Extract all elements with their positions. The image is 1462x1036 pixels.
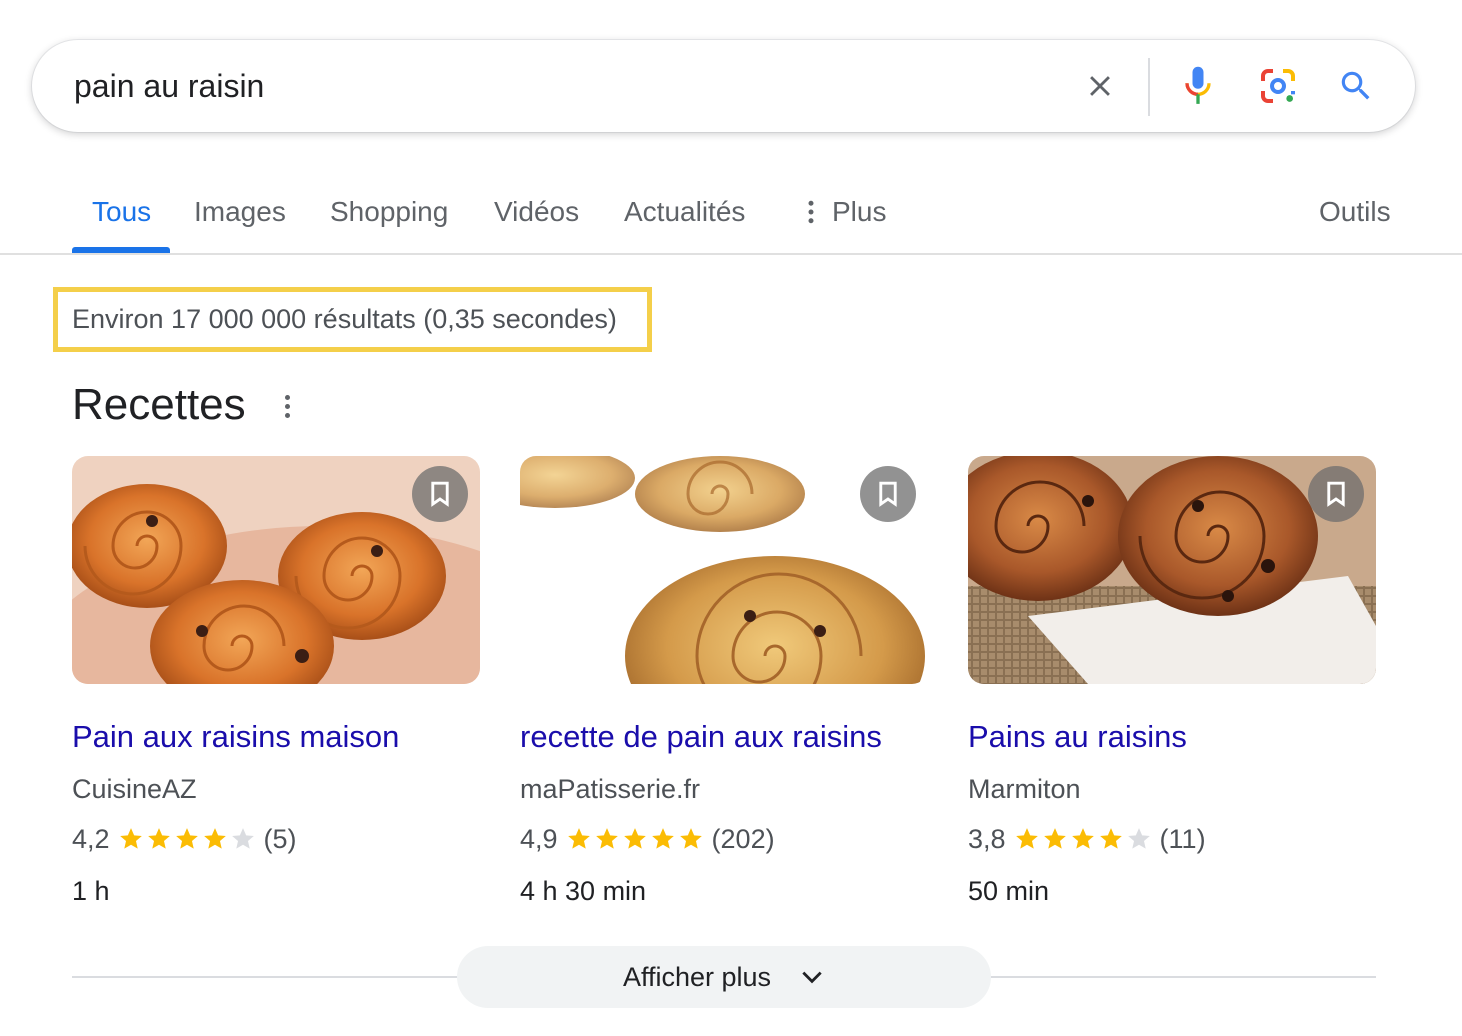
chevron-down-icon <box>802 971 822 984</box>
recipe-title[interactable]: Pains au raisins <box>968 718 1376 756</box>
rating-value: 4,2 <box>72 824 110 854</box>
star-icon <box>567 828 590 849</box>
search-box[interactable]: pain au raisin <box>32 40 1415 132</box>
star-icon <box>231 828 254 849</box>
recipe-card[interactable]: Pain aux raisins maison CuisineAZ 4,2 (5… <box>72 456 480 908</box>
recipe-title[interactable]: recette de pain aux raisins <box>520 718 928 756</box>
bookmark-icon[interactable] <box>412 466 468 522</box>
rating-stars <box>566 826 704 852</box>
search-divider <box>1148 58 1150 116</box>
star-icon <box>1127 828 1150 849</box>
recipe-rating: 4,2 (5) <box>72 822 480 856</box>
recipe-rating: 4,9 (202) <box>520 822 928 856</box>
tab-plus[interactable]: Plus <box>804 194 886 230</box>
tab-plus-label: Plus <box>832 196 887 227</box>
tab-images[interactable]: Images <box>194 194 286 230</box>
star-icon <box>679 828 702 849</box>
search-icon[interactable] <box>1332 62 1380 110</box>
star-icon <box>175 828 198 849</box>
star-icon <box>1043 828 1066 849</box>
star-icon <box>119 828 142 849</box>
more-vert-icon <box>808 200 814 224</box>
search-input[interactable]: pain au raisin <box>74 66 264 106</box>
recipe-image[interactable] <box>72 456 480 684</box>
recipe-rating: 3,8 (11) <box>968 822 1376 856</box>
star-icon <box>651 828 674 849</box>
star-icon <box>1099 828 1122 849</box>
lens-icon[interactable] <box>1254 62 1302 110</box>
star-icon <box>147 828 170 849</box>
tab-shopping[interactable]: Shopping <box>330 194 448 230</box>
recipe-source: Marmiton <box>968 774 1081 804</box>
recipe-image[interactable] <box>968 456 1376 684</box>
search-tabs: Tous Images Shopping Vidéos Actualités P… <box>0 190 1462 254</box>
recipe-time: 4 h 30 min <box>520 876 647 906</box>
review-count: (5) <box>263 824 297 854</box>
bookmark-icon[interactable] <box>860 466 916 522</box>
show-more-label: Afficher plus <box>622 961 772 992</box>
recipe-image[interactable] <box>520 456 928 684</box>
result-stats: Environ 17 000 000 résultats (0,35 secon… <box>53 287 652 352</box>
rating-value: 3,8 <box>968 824 1006 854</box>
rating-stars <box>1014 826 1152 852</box>
tabs-divider <box>0 253 1462 255</box>
review-count: (11) <box>1159 824 1206 854</box>
recipe-card[interactable]: recette de pain aux raisins maPatisserie… <box>520 456 928 908</box>
recipes-more-icon[interactable] <box>270 386 304 426</box>
review-count: (202) <box>711 824 775 854</box>
recipe-title[interactable]: Pain aux raisins maison <box>72 718 480 756</box>
rating-value: 4,9 <box>520 824 558 854</box>
tab-actualites[interactable]: Actualités <box>624 194 745 230</box>
recipe-time: 1 h <box>72 876 110 906</box>
star-icon <box>1015 828 1038 849</box>
close-icon[interactable] <box>1076 62 1124 110</box>
recipe-source: maPatisserie.fr <box>520 774 701 804</box>
star-icon <box>203 828 226 849</box>
star-icon <box>595 828 618 849</box>
tab-videos[interactable]: Vidéos <box>494 194 579 230</box>
tab-tous[interactable]: Tous <box>92 194 151 230</box>
star-icon <box>1071 828 1094 849</box>
recipe-time: 50 min <box>968 876 1050 906</box>
bookmark-icon[interactable] <box>1308 466 1364 522</box>
mic-icon[interactable] <box>1174 62 1222 110</box>
star-icon <box>623 828 646 849</box>
show-more-button[interactable]: Afficher plus <box>457 946 991 1008</box>
recipe-card[interactable]: Pains au raisins Marmiton 3,8 (11) 50 mi… <box>968 456 1376 908</box>
recipes-heading: Recettes <box>72 380 246 429</box>
tools-button[interactable]: Outils <box>1319 194 1391 230</box>
result-stats-text: Environ 17 000 000 résultats (0,35 secon… <box>72 304 617 334</box>
rating-stars <box>118 826 256 852</box>
recipe-source: CuisineAZ <box>72 774 197 804</box>
